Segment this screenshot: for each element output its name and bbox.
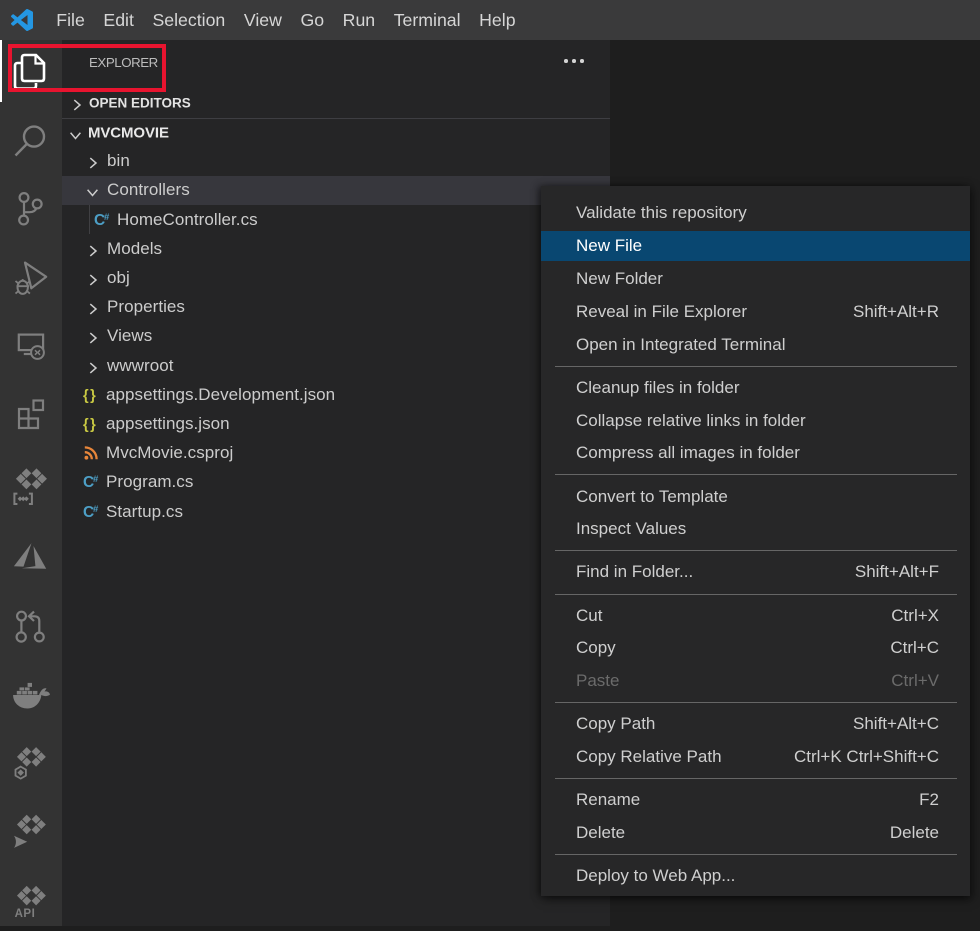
svg-text:API: API <box>15 908 36 920</box>
